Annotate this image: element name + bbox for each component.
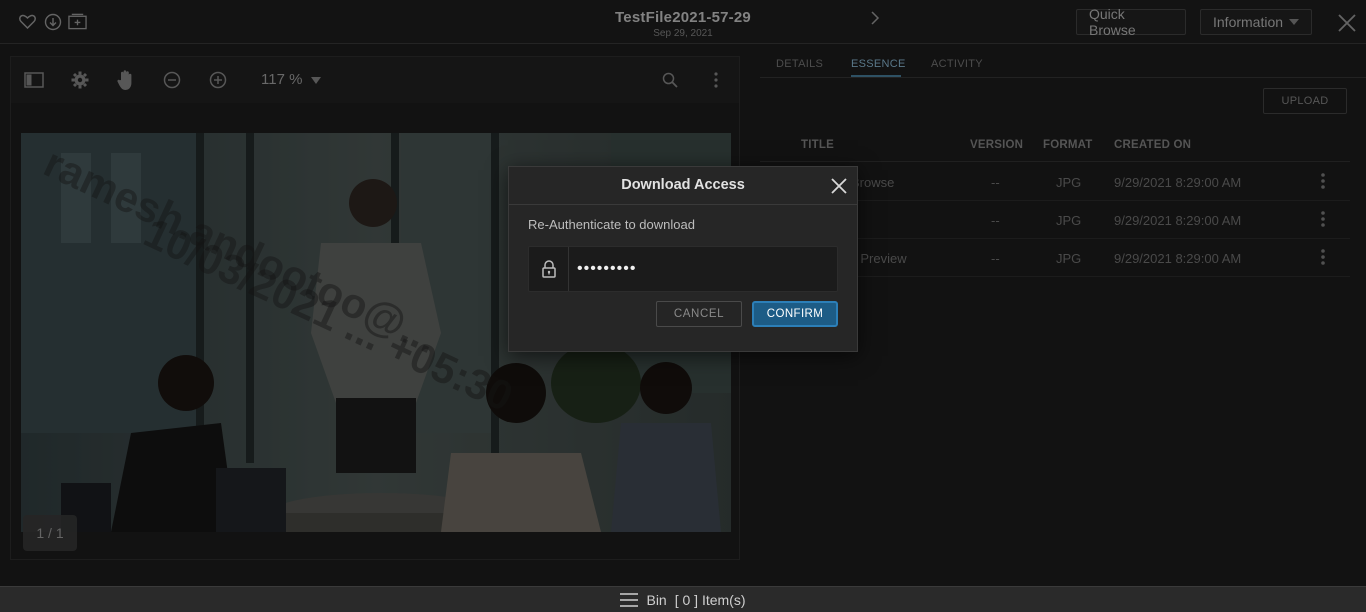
lock-icon	[529, 247, 569, 291]
bin-label: Bin	[646, 591, 667, 608]
bin-bar[interactable]: Bin [ 0 ] Item(s)	[0, 586, 1366, 612]
hamburger-menu-icon[interactable]	[620, 592, 639, 608]
dialog-title: Download Access	[621, 177, 745, 193]
bin-item-count: [ 0 ] Item(s)	[674, 591, 746, 608]
download-access-dialog: Download Access Re-Authenticate to downl…	[508, 166, 858, 352]
cancel-button[interactable]: CANCEL	[656, 301, 742, 327]
dialog-close-icon[interactable]	[829, 176, 849, 196]
dialog-header: Download Access	[509, 167, 857, 205]
password-field[interactable]	[528, 246, 838, 292]
dialog-message: Re-Authenticate to download	[528, 217, 695, 232]
app-root: TestFile2021-57-29 Sep 29, 2021 Quick Br…	[0, 0, 1366, 612]
password-input[interactable]	[577, 259, 827, 279]
confirm-button[interactable]: CONFIRM	[752, 301, 838, 327]
